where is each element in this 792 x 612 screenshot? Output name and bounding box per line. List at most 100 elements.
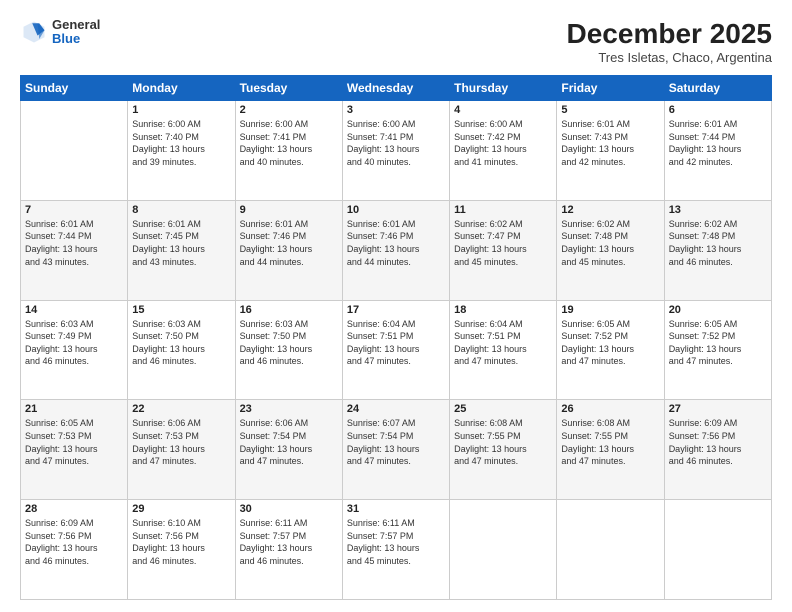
col-sunday: Sunday bbox=[21, 76, 128, 101]
cell-day-number: 9 bbox=[240, 204, 338, 216]
cell-day-number: 7 bbox=[25, 204, 123, 216]
cell-day-number: 2 bbox=[240, 104, 338, 116]
table-cell bbox=[664, 500, 771, 600]
cell-day-number: 24 bbox=[347, 403, 445, 415]
cell-info: Sunrise: 6:03 AMSunset: 7:50 PMDaylight:… bbox=[240, 318, 338, 368]
cell-info: Sunrise: 6:05 AMSunset: 7:53 PMDaylight:… bbox=[25, 417, 123, 467]
cell-day-number: 23 bbox=[240, 403, 338, 415]
week-row-3: 14Sunrise: 6:03 AMSunset: 7:49 PMDayligh… bbox=[21, 300, 772, 400]
table-cell: 9 Sunrise: 6:01 AMSunset: 7:46 PMDaylight… bbox=[235, 200, 342, 300]
col-wednesday: Wednesday bbox=[342, 76, 449, 101]
table-cell: 15 Sunrise: 6:03 AMSunset: 7:50 PMDayligh… bbox=[128, 300, 235, 400]
table-cell: 30Sunrise: 6:11 AMSunset: 7:57 PMDayligh… bbox=[235, 500, 342, 600]
cell-day-number: 1 bbox=[132, 104, 230, 116]
cell-day-number: 12 bbox=[561, 204, 659, 216]
cell-info: Sunrise: 6:01 AMSunset: 7:46 PMDaylight:… bbox=[347, 218, 445, 268]
table-cell: 11 Sunrise: 6:02 AMSunset: 7:47 PMDayligh… bbox=[450, 200, 557, 300]
table-cell bbox=[557, 500, 664, 600]
table-cell: 19Sunrise: 6:05 AMSunset: 7:52 PMDayligh… bbox=[557, 300, 664, 400]
table-cell: 18Sunrise: 6:04 AMSunset: 7:51 PMDayligh… bbox=[450, 300, 557, 400]
cell-day-number: 10 bbox=[347, 204, 445, 216]
table-cell: 12 Sunrise: 6:02 AMSunset: 7:48 PMDayligh… bbox=[557, 200, 664, 300]
logo-blue-text: Blue bbox=[52, 32, 100, 46]
cell-day-number: 27 bbox=[669, 403, 767, 415]
title-block: December 2025 Tres Isletas, Chaco, Argen… bbox=[567, 18, 772, 65]
cell-day-number: 20 bbox=[669, 304, 767, 316]
table-cell: 7Sunrise: 6:01 AMSunset: 7:44 PMDaylight… bbox=[21, 200, 128, 300]
cell-info: Sunrise: 6:03 AMSunset: 7:50 PMDaylight:… bbox=[132, 318, 230, 368]
cell-day-number: 21 bbox=[25, 403, 123, 415]
cell-day-number: 8 bbox=[132, 204, 230, 216]
calendar-title: December 2025 bbox=[567, 18, 772, 50]
cell-info: Sunrise: 6:05 AMSunset: 7:52 PMDaylight:… bbox=[561, 318, 659, 368]
cell-info: Sunrise: 6:11 AMSunset: 7:57 PMDaylight:… bbox=[240, 517, 338, 567]
table-cell: 31 Sunrise: 6:11 AMSunset: 7:57 PMDayligh… bbox=[342, 500, 449, 600]
cell-day-number: 15 bbox=[132, 304, 230, 316]
cell-info: Sunrise: 6:05 AMSunset: 7:52 PMDaylight:… bbox=[669, 318, 767, 368]
logo-general-text: General bbox=[52, 18, 100, 32]
table-cell: 2 Sunrise: 6:00 AMSunset: 7:41 PMDaylight… bbox=[235, 101, 342, 201]
cell-info: Sunrise: 6:00 AMSunset: 7:40 PMDaylight:… bbox=[132, 118, 230, 168]
week-row-2: 7Sunrise: 6:01 AMSunset: 7:44 PMDaylight… bbox=[21, 200, 772, 300]
week-row-5: 28 Sunrise: 6:09 AMSunset: 7:56 PMDayligh… bbox=[21, 500, 772, 600]
table-cell: 16 Sunrise: 6:03 AMSunset: 7:50 PMDayligh… bbox=[235, 300, 342, 400]
table-cell: 10 Sunrise: 6:01 AMSunset: 7:46 PMDayligh… bbox=[342, 200, 449, 300]
cell-info: Sunrise: 6:10 AMSunset: 7:56 PMDaylight:… bbox=[132, 517, 230, 567]
cell-info: Sunrise: 6:11 AMSunset: 7:57 PMDaylight:… bbox=[347, 517, 445, 567]
cell-day-number: 11 bbox=[454, 204, 552, 216]
col-thursday: Thursday bbox=[450, 76, 557, 101]
week-row-1: 1 Sunrise: 6:00 AMSunset: 7:40 PMDaylight… bbox=[21, 101, 772, 201]
cell-info: Sunrise: 6:08 AMSunset: 7:55 PMDaylight:… bbox=[454, 417, 552, 467]
table-cell: 26Sunrise: 6:08 AMSunset: 7:55 PMDayligh… bbox=[557, 400, 664, 500]
logo-icon bbox=[20, 18, 48, 46]
cell-day-number: 28 bbox=[25, 503, 123, 515]
logo: General Blue bbox=[20, 18, 100, 47]
cell-info: Sunrise: 6:00 AMSunset: 7:42 PMDaylight:… bbox=[454, 118, 552, 168]
table-cell: 17Sunrise: 6:04 AMSunset: 7:51 PMDayligh… bbox=[342, 300, 449, 400]
table-cell: 13Sunrise: 6:02 AMSunset: 7:48 PMDayligh… bbox=[664, 200, 771, 300]
cell-day-number: 16 bbox=[240, 304, 338, 316]
table-cell: 22Sunrise: 6:06 AMSunset: 7:53 PMDayligh… bbox=[128, 400, 235, 500]
cell-info: Sunrise: 6:02 AMSunset: 7:47 PMDaylight:… bbox=[454, 218, 552, 268]
cell-info: Sunrise: 6:07 AMSunset: 7:54 PMDaylight:… bbox=[347, 417, 445, 467]
cell-info: Sunrise: 6:04 AMSunset: 7:51 PMDaylight:… bbox=[347, 318, 445, 368]
cell-info: Sunrise: 6:00 AMSunset: 7:41 PMDaylight:… bbox=[240, 118, 338, 168]
header: General Blue December 2025 Tres Isletas,… bbox=[20, 18, 772, 65]
cell-day-number: 4 bbox=[454, 104, 552, 116]
cell-info: Sunrise: 6:01 AMSunset: 7:44 PMDaylight:… bbox=[669, 118, 767, 168]
table-cell bbox=[21, 101, 128, 201]
table-cell: 23 Sunrise: 6:06 AMSunset: 7:54 PMDayligh… bbox=[235, 400, 342, 500]
table-cell bbox=[450, 500, 557, 600]
table-cell: 24 Sunrise: 6:07 AMSunset: 7:54 PMDayligh… bbox=[342, 400, 449, 500]
logo-text: General Blue bbox=[52, 18, 100, 47]
cell-day-number: 14 bbox=[25, 304, 123, 316]
calendar-header-row: Sunday Monday Tuesday Wednesday Thursday… bbox=[21, 76, 772, 101]
cell-info: Sunrise: 6:06 AMSunset: 7:54 PMDaylight:… bbox=[240, 417, 338, 467]
col-tuesday: Tuesday bbox=[235, 76, 342, 101]
col-monday: Monday bbox=[128, 76, 235, 101]
cell-info: Sunrise: 6:01 AMSunset: 7:45 PMDaylight:… bbox=[132, 218, 230, 268]
table-cell: 20 Sunrise: 6:05 AMSunset: 7:52 PMDayligh… bbox=[664, 300, 771, 400]
cell-info: Sunrise: 6:09 AMSunset: 7:56 PMDaylight:… bbox=[669, 417, 767, 467]
cell-info: Sunrise: 6:02 AMSunset: 7:48 PMDaylight:… bbox=[561, 218, 659, 268]
table-cell: 21 Sunrise: 6:05 AMSunset: 7:53 PMDayligh… bbox=[21, 400, 128, 500]
cell-day-number: 25 bbox=[454, 403, 552, 415]
week-row-4: 21 Sunrise: 6:05 AMSunset: 7:53 PMDayligh… bbox=[21, 400, 772, 500]
cell-day-number: 5 bbox=[561, 104, 659, 116]
table-cell: 3Sunrise: 6:00 AMSunset: 7:41 PMDaylight… bbox=[342, 101, 449, 201]
cell-info: Sunrise: 6:09 AMSunset: 7:56 PMDaylight:… bbox=[25, 517, 123, 567]
cell-day-number: 31 bbox=[347, 503, 445, 515]
cell-day-number: 26 bbox=[561, 403, 659, 415]
cell-info: Sunrise: 6:02 AMSunset: 7:48 PMDaylight:… bbox=[669, 218, 767, 268]
calendar-subtitle: Tres Isletas, Chaco, Argentina bbox=[567, 50, 772, 65]
col-saturday: Saturday bbox=[664, 76, 771, 101]
cell-info: Sunrise: 6:06 AMSunset: 7:53 PMDaylight:… bbox=[132, 417, 230, 467]
cell-day-number: 6 bbox=[669, 104, 767, 116]
table-cell: 27 Sunrise: 6:09 AMSunset: 7:56 PMDayligh… bbox=[664, 400, 771, 500]
table-cell: 4 Sunrise: 6:00 AMSunset: 7:42 PMDaylight… bbox=[450, 101, 557, 201]
col-friday: Friday bbox=[557, 76, 664, 101]
table-cell: 28 Sunrise: 6:09 AMSunset: 7:56 PMDayligh… bbox=[21, 500, 128, 600]
cell-info: Sunrise: 6:01 AMSunset: 7:46 PMDaylight:… bbox=[240, 218, 338, 268]
table-cell: 6 Sunrise: 6:01 AMSunset: 7:44 PMDaylight… bbox=[664, 101, 771, 201]
table-cell: 29Sunrise: 6:10 AMSunset: 7:56 PMDayligh… bbox=[128, 500, 235, 600]
